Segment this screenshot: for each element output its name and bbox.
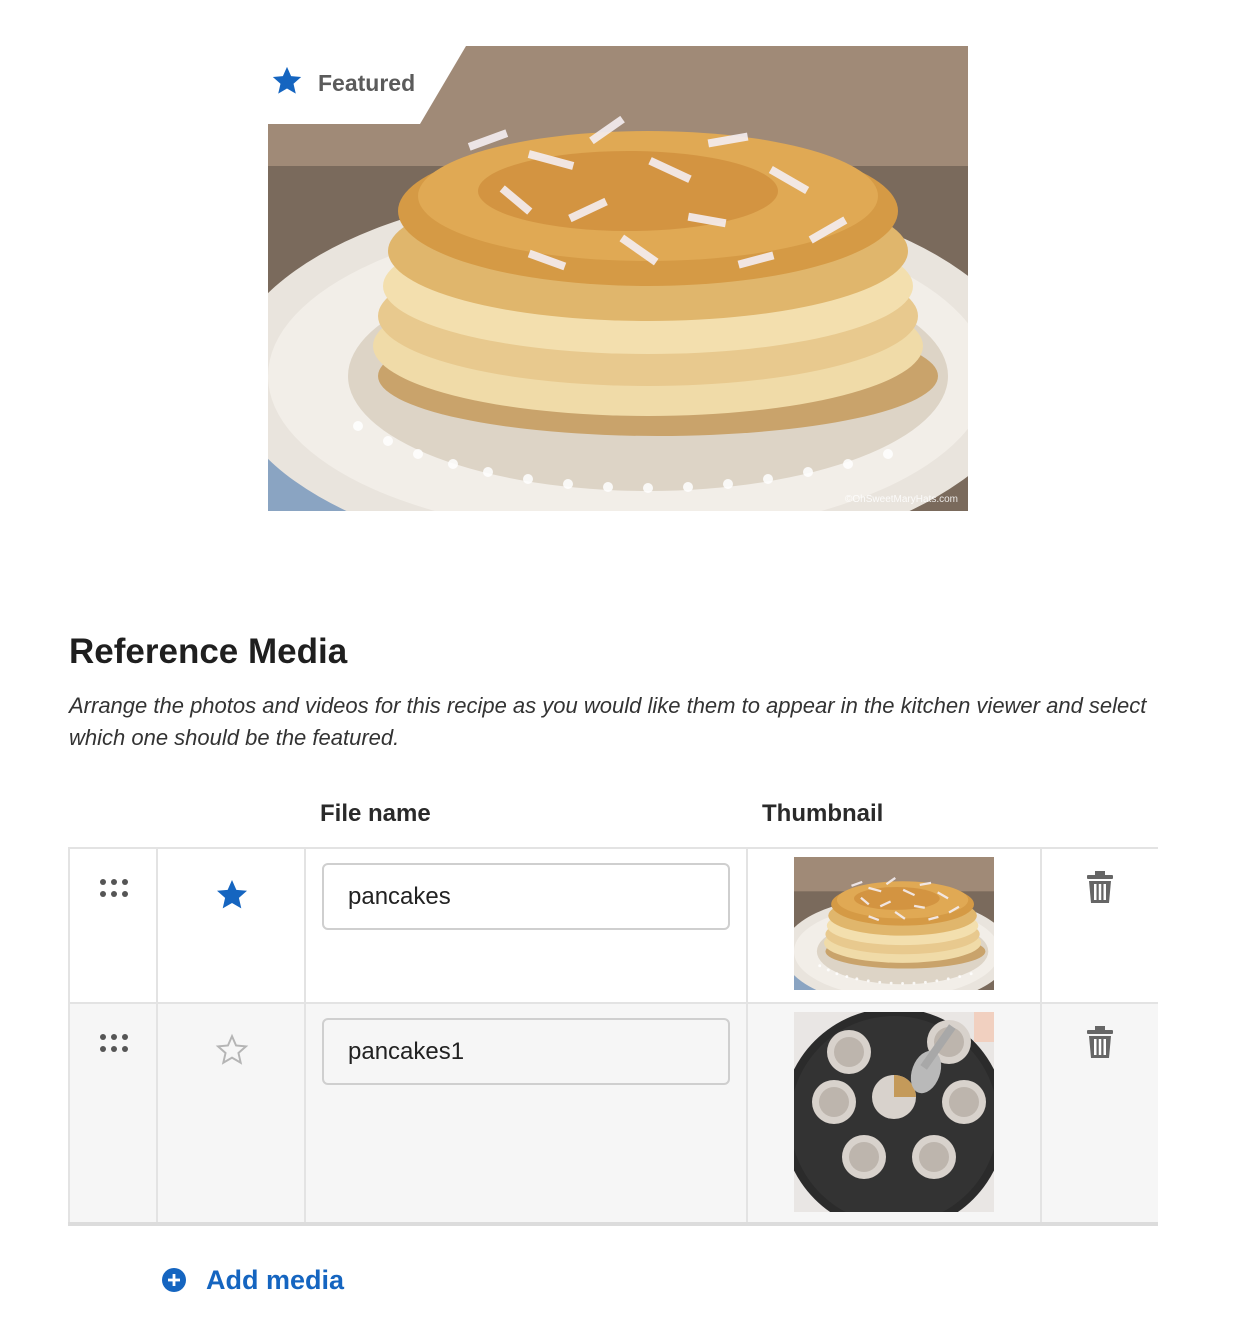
drag-handle-icon[interactable] (98, 1032, 132, 1054)
drag-cell (68, 849, 156, 1002)
table-row (68, 847, 1158, 1002)
delete-cell (1040, 849, 1158, 1002)
featured-badge: Featured (268, 46, 468, 124)
drag-cell (68, 1004, 156, 1222)
file-name-input[interactable] (322, 1018, 730, 1085)
delete-cell (1040, 1004, 1158, 1222)
table-row (68, 1002, 1158, 1226)
drag-handle-icon[interactable] (98, 877, 132, 899)
file-name-cell (304, 1004, 746, 1222)
trash-icon[interactable] (1086, 871, 1114, 903)
thumbnail-cell (746, 1004, 1040, 1222)
photo-watermark: ©OhSweetMaryHats.com (845, 494, 958, 505)
featured-cell (156, 1004, 304, 1222)
file-name-cell (304, 849, 746, 1002)
plus-circle-icon (162, 1268, 186, 1292)
star-outline-icon[interactable] (214, 1032, 250, 1068)
featured-label: Featured (318, 70, 416, 96)
featured-cell (156, 849, 304, 1002)
file-name-input[interactable] (322, 863, 730, 930)
column-header-thumbnail: Thumbnail (762, 800, 884, 827)
add-media-label: Add media (206, 1264, 345, 1295)
section-description: Arrange the photos and videos for this r… (69, 693, 1147, 750)
section-title: Reference Media (69, 632, 348, 671)
media-table (68, 847, 1158, 1226)
featured-image: ©OhSweetMaryHats.com Featured (268, 46, 968, 511)
star-filled-icon (272, 66, 302, 94)
add-media-button[interactable]: Add media (160, 1260, 344, 1300)
column-header-file-name: File name (320, 800, 431, 827)
thumbnail-image[interactable] (794, 1012, 994, 1212)
star-filled-icon[interactable] (214, 877, 250, 913)
thumbnail-cell (746, 849, 1040, 1002)
thumbnail-image[interactable] (794, 857, 994, 990)
trash-icon[interactable] (1086, 1026, 1114, 1058)
